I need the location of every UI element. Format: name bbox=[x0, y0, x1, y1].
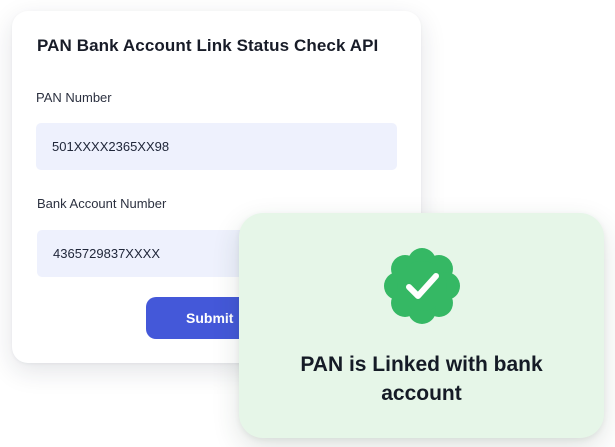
pan-number-input[interactable] bbox=[36, 123, 397, 170]
form-title: PAN Bank Account Link Status Check API bbox=[37, 36, 379, 55]
link-status-result-card: PAN is Linked with bank account bbox=[239, 213, 604, 438]
check-badge-icon bbox=[384, 248, 460, 324]
pan-number-label: PAN Number bbox=[36, 90, 112, 105]
link-status-message: PAN is Linked with bank account bbox=[300, 353, 543, 405]
bank-account-number-label: Bank Account Number bbox=[37, 196, 167, 211]
